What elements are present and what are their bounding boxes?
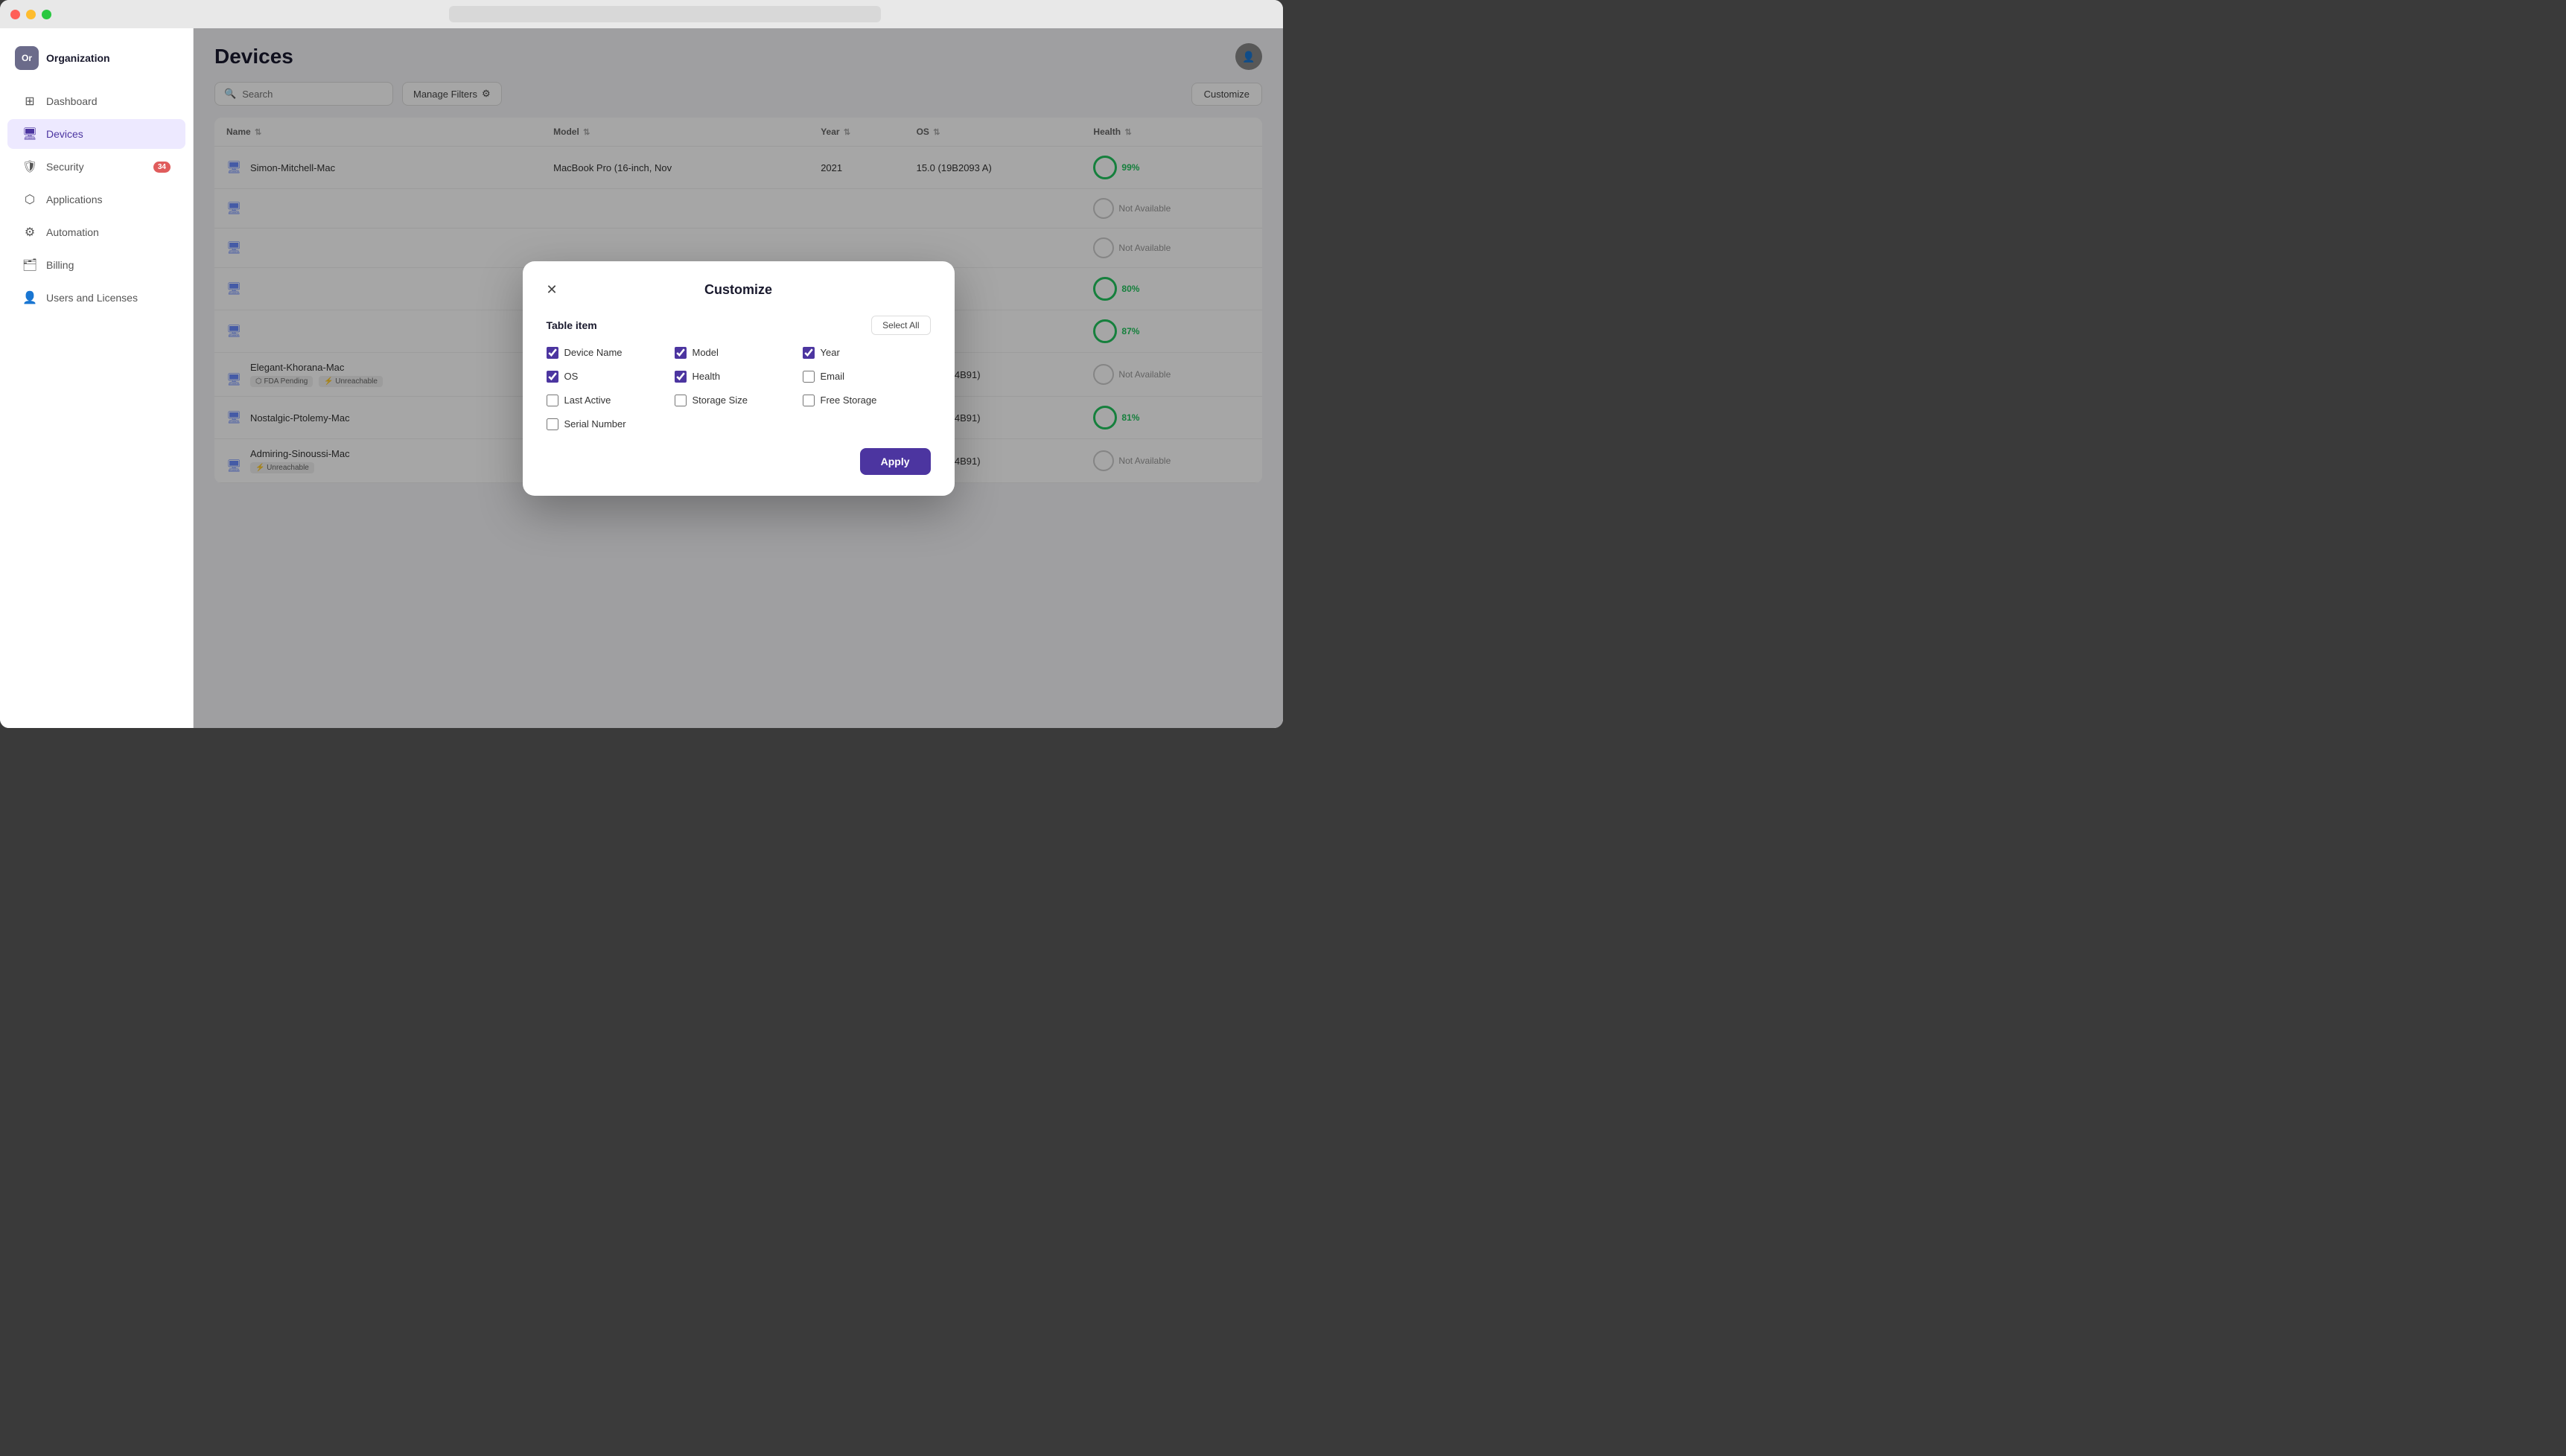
checkbox-input-model[interactable]	[675, 347, 687, 359]
checkbox-storage-size[interactable]: Storage Size	[675, 395, 803, 406]
url-bar[interactable]	[449, 6, 881, 22]
users-icon: 👤	[22, 290, 37, 305]
app-body: Or Organization ⊞ Dashboard 🖥 Devices 🛡 …	[0, 28, 1283, 728]
sidebar-item-security[interactable]: 🛡 Security 34	[7, 152, 185, 182]
security-icon: 🛡	[22, 159, 37, 174]
modal-overlay[interactable]: ✕ Customize Table item Select All D	[194, 28, 1283, 728]
modal-close-button[interactable]: ✕	[547, 283, 558, 296]
sidebar-item-label: Automation	[46, 226, 99, 238]
modal-title: Customize	[704, 282, 772, 298]
checkbox-email[interactable]: Email	[803, 371, 931, 383]
org-name: Organization	[46, 52, 110, 64]
org-avatar: Or	[15, 46, 39, 70]
checkbox-free-storage[interactable]: Free Storage	[803, 395, 931, 406]
checkbox-input-device-name[interactable]	[547, 347, 558, 359]
sidebar-item-label: Billing	[46, 259, 74, 271]
security-badge: 34	[153, 162, 171, 173]
modal-section-title: Table item Select All	[547, 316, 931, 335]
sidebar-item-applications[interactable]: ⬡ Applications	[7, 185, 185, 214]
main-content: Devices 👤 🔍 Manage Filters ⚙ Customize	[194, 28, 1283, 728]
automation-icon: ⚙	[22, 225, 37, 240]
titlebar	[0, 0, 1283, 28]
checkbox-input-year[interactable]	[803, 347, 815, 359]
sidebar-item-automation[interactable]: ⚙ Automation	[7, 217, 185, 247]
checkbox-input-free-storage[interactable]	[803, 395, 815, 406]
sidebar-item-dashboard[interactable]: ⊞ Dashboard	[7, 86, 185, 116]
checkbox-input-storage-size[interactable]	[675, 395, 687, 406]
checkbox-input-health[interactable]	[675, 371, 687, 383]
checkbox-year[interactable]: Year	[803, 347, 931, 359]
maximize-button[interactable]	[42, 10, 51, 19]
dashboard-icon: ⊞	[22, 94, 37, 109]
sidebar-item-label: Devices	[46, 128, 83, 140]
modal-header: ✕ Customize	[547, 282, 931, 298]
applications-icon: ⬡	[22, 192, 37, 207]
sidebar-item-billing[interactable]: 🗂 Billing	[7, 250, 185, 280]
sidebar-item-label: Security	[46, 161, 84, 173]
sidebar-item-label: Applications	[46, 194, 103, 205]
checkbox-last-active[interactable]: Last Active	[547, 395, 675, 406]
sidebar-item-devices[interactable]: 🖥 Devices	[7, 119, 185, 149]
checkbox-input-email[interactable]	[803, 371, 815, 383]
org-header: Or Organization	[0, 40, 193, 85]
sidebar: Or Organization ⊞ Dashboard 🖥 Devices 🛡 …	[0, 28, 194, 728]
checkbox-input-os[interactable]	[547, 371, 558, 383]
checkbox-model[interactable]: Model	[675, 347, 803, 359]
checkbox-health[interactable]: Health	[675, 371, 803, 383]
sidebar-item-label: Users and Licenses	[46, 292, 138, 304]
app-window: Or Organization ⊞ Dashboard 🖥 Devices 🛡 …	[0, 0, 1283, 728]
apply-button[interactable]: Apply	[860, 448, 931, 475]
sidebar-item-users[interactable]: 👤 Users and Licenses	[7, 283, 185, 313]
minimize-button[interactable]	[26, 10, 36, 19]
devices-icon: 🖥	[22, 127, 37, 141]
checkbox-os[interactable]: OS	[547, 371, 675, 383]
checkbox-serial-number[interactable]: Serial Number	[547, 418, 675, 430]
checkbox-device-name[interactable]: Device Name	[547, 347, 675, 359]
billing-icon: 🗂	[22, 258, 37, 272]
select-all-button[interactable]: Select All	[871, 316, 930, 335]
checkbox-input-serial-number[interactable]	[547, 418, 558, 430]
close-button[interactable]	[10, 10, 20, 19]
customize-modal: ✕ Customize Table item Select All D	[523, 261, 955, 496]
sidebar-item-label: Dashboard	[46, 95, 98, 107]
checkbox-grid: Device Name Model Year OS	[547, 347, 931, 430]
checkbox-input-last-active[interactable]	[547, 395, 558, 406]
modal-footer: Apply	[547, 448, 931, 475]
